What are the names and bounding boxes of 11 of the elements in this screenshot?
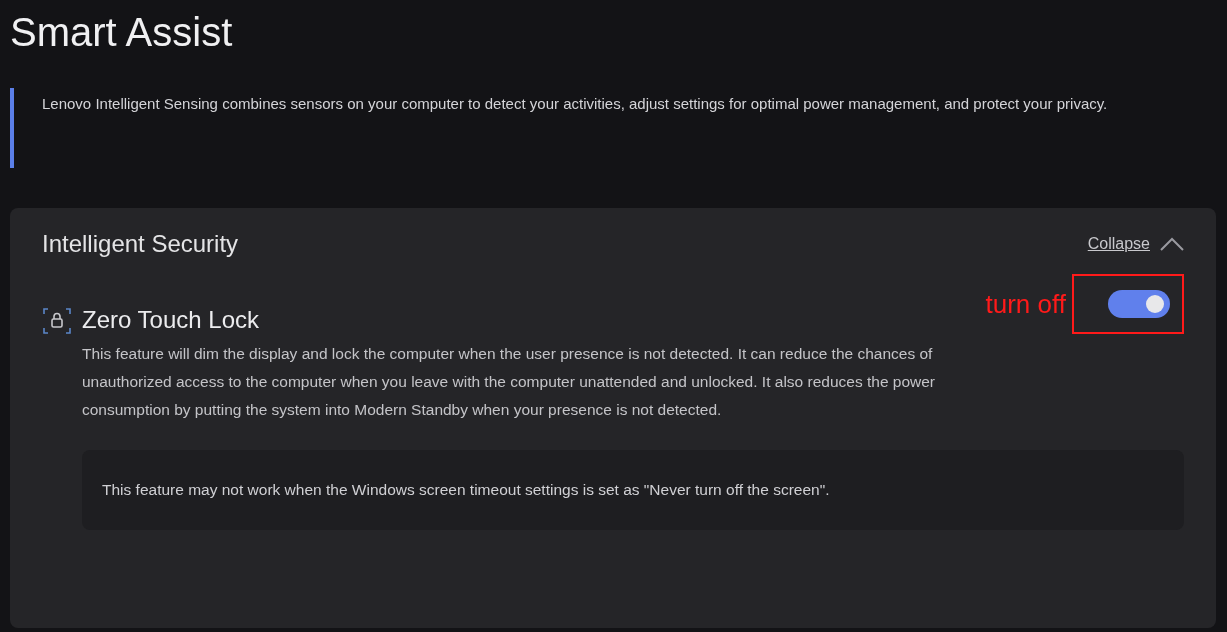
feature-title: Zero Touch Lock (82, 305, 260, 335)
feature-description: This feature will dim the display and lock the computer when the user presence is not detected. It can reduce the chances of unauthorized access to the computer when you leave with the computer unattended and unlocked. It also reduces the power consumption by putting the system into Modern Standby when your presence is not detected. (82, 344, 937, 420)
section-title: Intelligent Security (42, 230, 239, 258)
annotation-text: turn off (985, 288, 1066, 320)
chevron-icon[interactable] (1160, 237, 1184, 251)
toggle-switch[interactable] (1108, 290, 1170, 318)
collapse-link[interactable]: Collapse (1087, 235, 1150, 253)
note-text: This feature may not work when the Windows screen timeout settings is set as "Never turn off the screen". (102, 480, 831, 500)
intro-text: Lenovo Intelligent Sensing combines sensors on your computer to detect your activities, adjust settings for optimal power management, and protect your privacy. (42, 94, 1109, 114)
lock-icon (42, 306, 72, 336)
page-title: Smart Assist (10, 9, 234, 56)
